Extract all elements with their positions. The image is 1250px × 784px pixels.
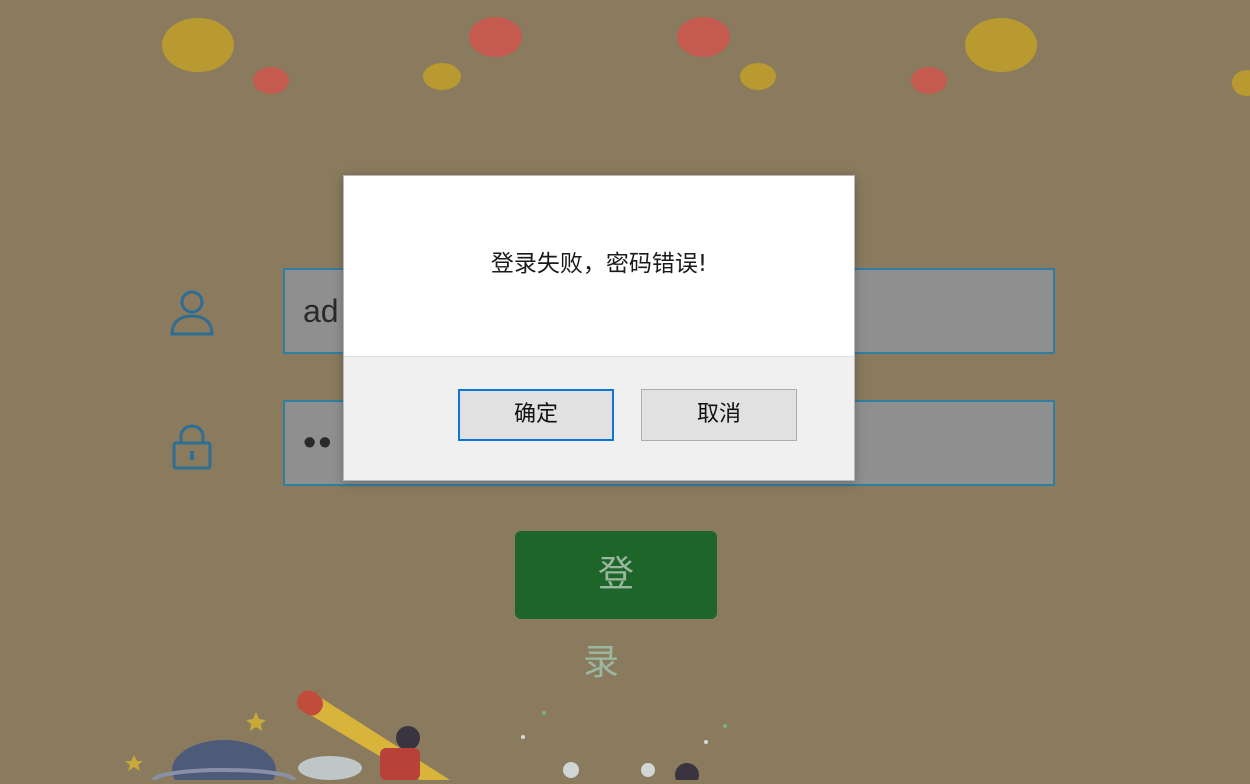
- login-button[interactable]: 登 录: [515, 531, 717, 683]
- bottom-illustration: [0, 680, 1250, 784]
- lock-icon: [168, 423, 218, 473]
- alert-dialog: 登录失败，密码错误! 确定 取消: [343, 175, 855, 481]
- ok-button[interactable]: 确定: [458, 389, 614, 441]
- dialog-message: 登录失败，密码错误!: [490, 251, 708, 277]
- dialog-message-area: 登录失败，密码错误!: [344, 176, 854, 357]
- cancel-button[interactable]: 取消: [641, 389, 797, 441]
- user-icon: [168, 288, 218, 338]
